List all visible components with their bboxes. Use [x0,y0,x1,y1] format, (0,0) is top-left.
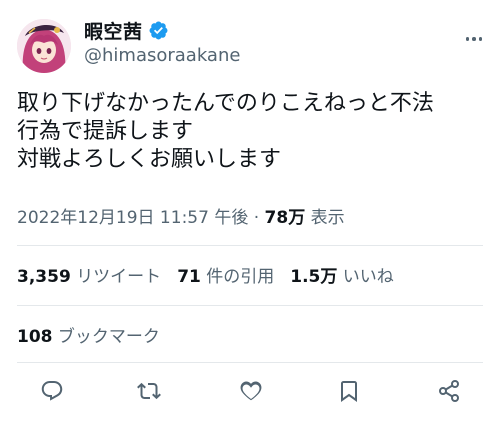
views-label: 表示 [310,208,345,228]
tweet-meta: 2022年12月19日 11:57 午後 · 78万 表示 [17,203,345,228]
author-name-row[interactable]: 暇空茜 [84,17,169,43]
divider [17,245,483,246]
share-icon[interactable] [434,376,464,406]
tweet-text-line: 対戦よろしくお願いします [17,147,282,172]
quotes-stat[interactable]: 71 件の引用 [177,262,274,287]
verified-badge-icon [148,20,169,41]
avatar[interactable] [17,19,71,73]
views-count[interactable]: 78万 [265,208,306,228]
avatar-image [17,19,71,73]
divider [17,362,483,363]
reply-icon[interactable] [37,376,67,406]
like-icon[interactable] [236,376,266,406]
retweets-stat[interactable]: 3,359 リツイート [17,262,161,287]
bookmarks-count: 108 [17,327,53,347]
tweet-text-line: 行為で提訴します [17,119,194,144]
divider [17,305,483,306]
meta-separator: · [253,208,260,228]
bookmarks-label: ブックマーク [57,327,160,347]
likes-stat[interactable]: 1.5万 いいね [290,262,394,287]
quotes-count: 71 [177,267,201,287]
bookmark-icon[interactable] [334,376,364,406]
engagement-stats: 3,359 リツイート 71 件の引用 1.5万 いいね [17,262,394,287]
retweets-count: 3,359 [17,267,71,287]
likes-label: いいね [342,267,394,287]
bookmarks-stat[interactable]: 108 ブックマーク [17,322,160,347]
tweet-timestamp[interactable]: 2022年12月19日 11:57 午後 [17,208,248,228]
likes-count: 1.5万 [290,267,338,287]
tweet-text: 取り下げなかったんでのりこえねっと不法 行為で提訴します 対戦よろしくお願いしま… [17,90,487,174]
retweet-icon[interactable] [134,376,164,406]
action-bar [0,376,500,406]
more-options-icon[interactable] [462,29,486,49]
author-display-name[interactable]: 暇空茜 [84,17,143,44]
tweet-text-line: 取り下げなかったんでのりこえねっと不法 [17,91,434,116]
quotes-label: 件の引用 [206,267,275,287]
retweets-label: リツイート [76,267,162,287]
author-handle[interactable]: @himasoraakane [84,45,240,66]
